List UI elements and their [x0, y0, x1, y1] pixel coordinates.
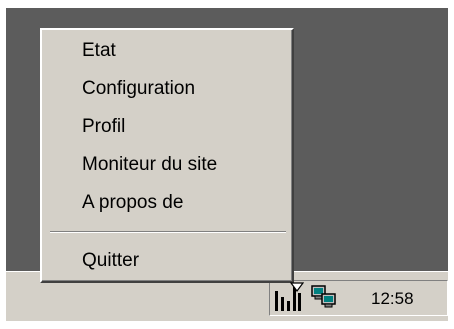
menu-separator: [50, 231, 286, 233]
menu-item-etat[interactable]: Etat: [82, 34, 116, 68]
network-computers-icon[interactable]: [311, 284, 337, 310]
menu-item-profil[interactable]: Profil: [82, 110, 125, 144]
mouse-cursor-icon: [290, 282, 304, 292]
tray-context-menu: Etat Configuration Profil Moniteur du si…: [40, 28, 294, 283]
menu-item-a-propos-de[interactable]: A propos de: [82, 186, 183, 220]
menu-item-moniteur-du-site[interactable]: Moniteur du site: [82, 148, 217, 182]
menu-item-quitter[interactable]: Quitter: [82, 244, 139, 278]
menu-item-configuration[interactable]: Configuration: [82, 72, 195, 106]
screen: 12:58 Etat Configuration Profil Moniteur…: [0, 0, 454, 329]
tray-clock[interactable]: 12:58: [371, 289, 414, 309]
